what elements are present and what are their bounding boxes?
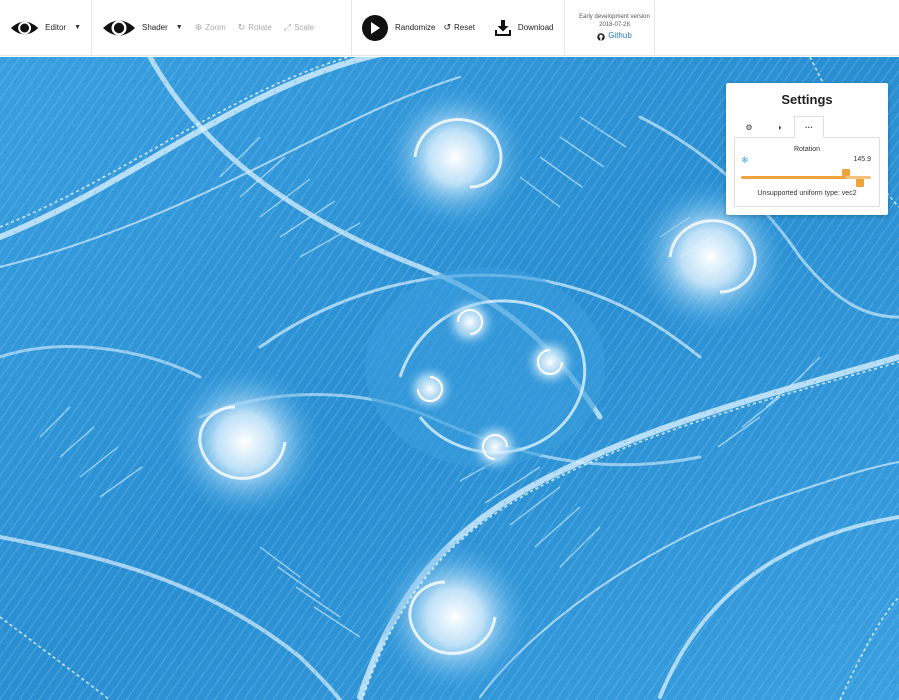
randomize-button[interactable]: Randomize: [362, 14, 436, 41]
version-text: Early development version: [579, 14, 650, 20]
chevron-down-icon[interactable]: ▼: [176, 24, 183, 31]
download-button[interactable]: Download: [475, 19, 554, 36]
github-label: Github: [608, 31, 632, 41]
eye-icon: [103, 20, 135, 35]
gears-icon: ⚙: [745, 122, 753, 132]
rotate-button[interactable]: ↻ Rotate: [238, 22, 272, 33]
rotate-icon: ↻: [237, 22, 246, 32]
tab-contrast[interactable]: ◑: [764, 116, 794, 138]
play-icon: [362, 14, 388, 41]
editor-label: Editor: [45, 23, 67, 32]
github-link[interactable]: Github: [597, 31, 632, 42]
scale-icon: ⤢: [283, 22, 292, 32]
chevron-down-icon[interactable]: ▼: [74, 24, 81, 31]
settings-title: Settings: [781, 92, 833, 107]
zoom-icon: ⊕: [194, 22, 203, 32]
settings-tabs: ⚙ ◑ ···: [734, 116, 880, 138]
settings-pane: Rotation ❄ 145.9 Unsupported uniform typ…: [734, 138, 880, 207]
rotation-label: Rotation: [793, 146, 821, 153]
ellipsis-icon: ···: [805, 122, 813, 132]
reset-icon: ↺: [443, 22, 452, 32]
toolbar: Editor ▼ Shader ▼ ⊕ Zoom ↻ Rotate ⤢ Scal…: [0, 0, 899, 56]
version-info: Early development version 2018-07-28 Git…: [565, 0, 655, 55]
github-icon: [597, 32, 605, 41]
scale-button[interactable]: ⤢ Scale: [284, 22, 314, 33]
shader-toggle[interactable]: Shader ▼: [102, 17, 183, 39]
rotate-label: Rotate: [248, 23, 272, 32]
reset-button[interactable]: ↺ Reset: [443, 22, 474, 33]
actions-group: Randomize ↺ Reset Download: [352, 0, 565, 55]
randomize-label: Randomize: [395, 23, 436, 32]
zoom-button[interactable]: ⊕ Zoom: [195, 22, 226, 33]
rotation-slider-handle[interactable]: [842, 169, 850, 176]
rotation-slider-marker[interactable]: [856, 179, 864, 187]
shader-label: Shader: [142, 23, 168, 32]
rotation-value: 145.9: [853, 156, 871, 163]
rotation-slider-fill: [741, 176, 847, 179]
shader-group: Shader ▼ ⊕ Zoom ↻ Rotate ⤢ Scale: [92, 0, 352, 55]
reset-label: Reset: [454, 23, 475, 32]
unsupported-uniform-text: Unsupported uniform type: vec2: [757, 190, 857, 197]
date-text: 2018-07-28: [599, 22, 630, 29]
download-label: Download: [517, 23, 554, 32]
tab-more[interactable]: ···: [794, 116, 824, 138]
editor-toggle[interactable]: Editor ▼: [0, 0, 92, 55]
settings-panel: Settings ⚙ ◑ ··· Rotation ❄ 145.9 Unsupp…: [726, 83, 888, 215]
zoom-label: Zoom: [205, 23, 226, 32]
scale-label: Scale: [294, 23, 315, 32]
snowflake-icon[interactable]: ❄: [741, 155, 749, 166]
app-window: Editor ▼ Shader ▼ ⊕ Zoom ↻ Rotate ⤢ Scal…: [0, 0, 899, 700]
rotation-slider[interactable]: [741, 176, 871, 179]
contrast-icon: ◑: [776, 122, 782, 132]
download-icon: [494, 19, 511, 36]
eye-icon: [10, 21, 39, 34]
tab-gears[interactable]: ⚙: [734, 116, 764, 138]
